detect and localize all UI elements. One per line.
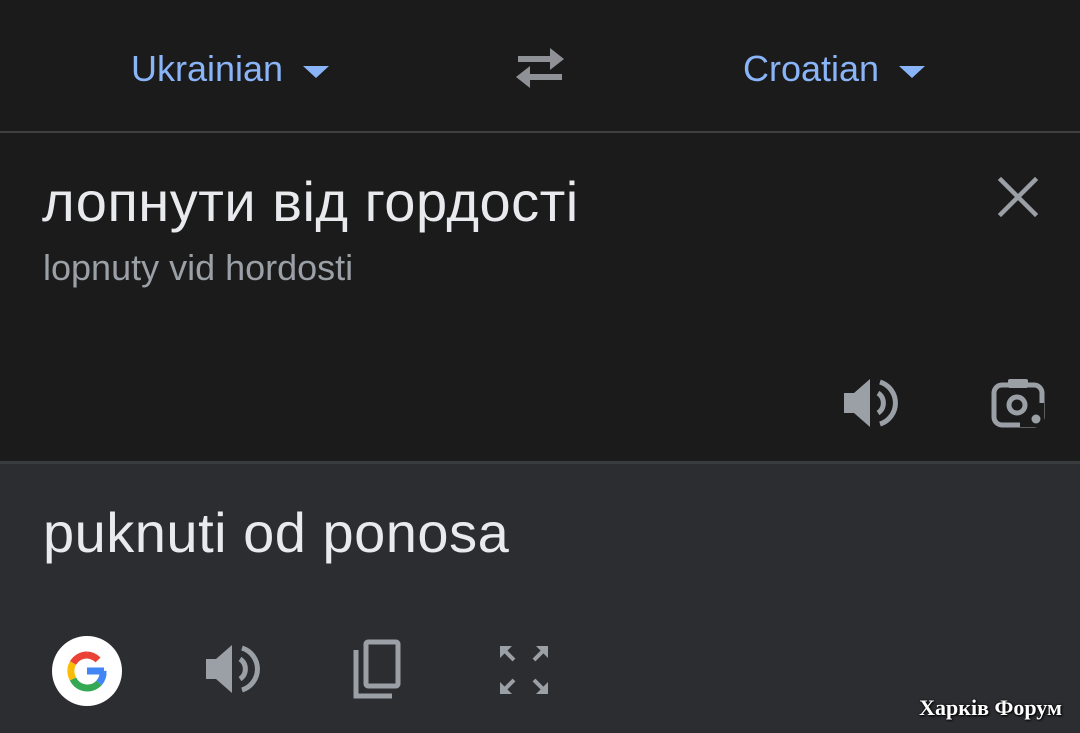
camera-translate-button[interactable] [988, 373, 1048, 433]
language-bar: Ukrainian Croatian [0, 0, 1080, 133]
google-search-button[interactable] [52, 636, 122, 706]
dropdown-arrow-icon [303, 66, 330, 78]
source-language-selector[interactable]: Ukrainian [131, 46, 330, 92]
listen-source-button[interactable] [838, 373, 902, 433]
target-language-selector[interactable]: Croatian [743, 46, 926, 92]
swap-languages-button[interactable] [510, 44, 570, 92]
target-language-label: Croatian [743, 48, 880, 89]
source-transliteration: lopnuty vid hordosti [43, 247, 354, 288]
copy-translation-button[interactable] [346, 636, 406, 702]
fullscreen-button[interactable] [494, 640, 554, 700]
clear-input-button[interactable] [994, 173, 1042, 221]
google-g-icon [67, 651, 107, 692]
source-language-label: Ukrainian [131, 48, 284, 89]
watermark: Харків Форум [919, 695, 1062, 720]
speaker-icon [206, 645, 260, 693]
speaker-icon [844, 379, 898, 427]
fullscreen-icon [500, 646, 548, 694]
translation-panel: puknuti od ponosa Харків Форум [0, 464, 1080, 733]
swap-horizontal-icon [516, 48, 564, 88]
camera-lens-icon [991, 379, 1045, 428]
translated-text[interactable]: puknuti od ponosa [43, 500, 509, 565]
close-icon [997, 176, 1039, 218]
dropdown-arrow-icon [899, 66, 926, 78]
source-input-panel[interactable]: лопнути від гордості lopnuty vid hordost… [0, 133, 1080, 464]
listen-translation-button[interactable] [200, 639, 264, 699]
copy-icon [353, 639, 401, 699]
source-text[interactable]: лопнути від гордості [42, 169, 579, 234]
